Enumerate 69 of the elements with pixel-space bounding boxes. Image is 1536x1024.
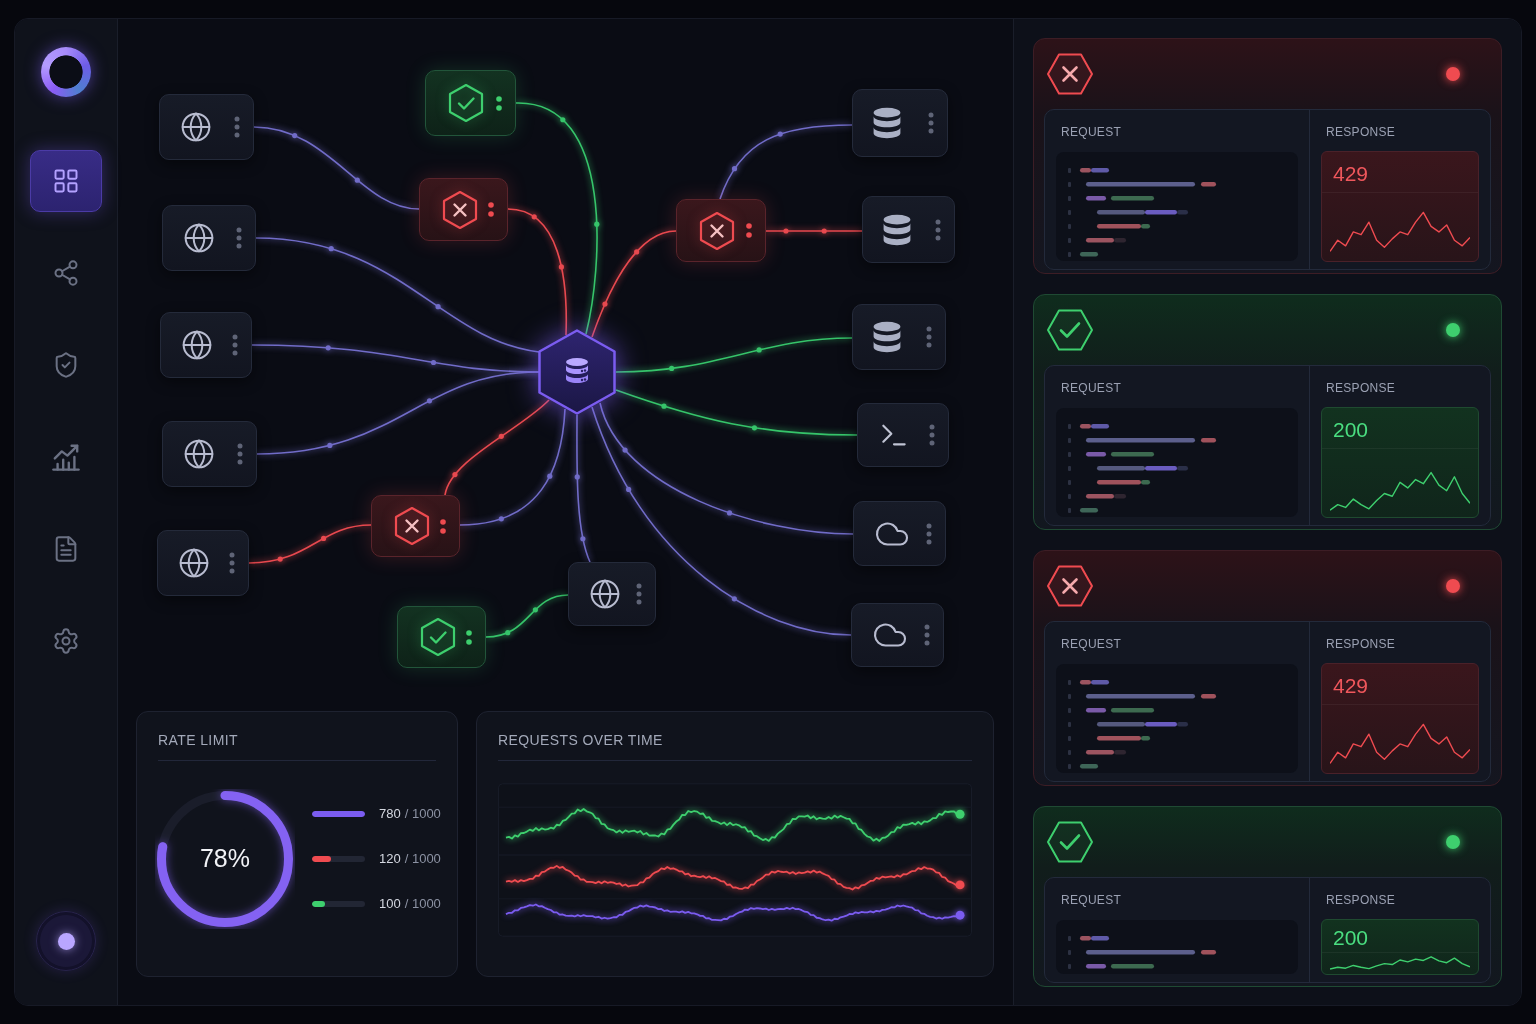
response-label: RESPONSE (1325, 637, 1396, 651)
more-icon[interactable] (929, 424, 935, 446)
check-hexagon-icon (446, 83, 486, 123)
status-lights-icon (488, 202, 494, 217)
x-hexagon-icon (392, 506, 432, 546)
more-icon[interactable] (935, 218, 941, 241)
status-dot-icon (1446, 67, 1460, 81)
globe-icon (589, 578, 621, 610)
globe-icon (181, 329, 213, 361)
database-icon (873, 107, 901, 139)
settings-icon (52, 627, 80, 655)
check-hexagon-icon (1046, 308, 1094, 352)
more-icon[interactable] (928, 112, 934, 134)
panel-title: REQUESTS OVER TIME (498, 732, 972, 761)
dot-button[interactable] (36, 911, 96, 971)
nav-button[interactable] (30, 150, 102, 212)
grid-icon (52, 167, 80, 195)
x-hexagon-icon (697, 210, 737, 251)
globe-icon (180, 111, 212, 143)
request-label: REQUEST (1060, 637, 1122, 651)
check-hexagon-icon (1046, 820, 1094, 864)
response-label: RESPONSE (1325, 381, 1396, 395)
usage-limit: / 1000 (404, 806, 441, 821)
database-icon (883, 213, 911, 246)
more-icon[interactable] (926, 326, 932, 348)
usage-value: 100 (379, 896, 401, 911)
check-hexagon-icon (418, 617, 458, 657)
request-label: REQUEST (1060, 381, 1122, 395)
status-code: 429 (1333, 162, 1369, 186)
more-icon[interactable] (926, 522, 932, 545)
status-code: 200 (1333, 418, 1369, 442)
request-label: REQUEST (1060, 893, 1122, 907)
more-icon[interactable] (237, 443, 243, 465)
response-label: RESPONSE (1325, 893, 1396, 907)
response-label: RESPONSE (1325, 125, 1396, 139)
usage-value: 780 (379, 806, 401, 821)
globe-icon (183, 222, 215, 254)
usage-value: 120 (379, 851, 401, 866)
more-icon[interactable] (636, 583, 642, 605)
request-label: REQUEST (1060, 125, 1122, 139)
share-icon (52, 259, 80, 287)
more-icon[interactable] (229, 552, 235, 574)
x-hexagon-icon (1046, 52, 1094, 96)
chart-icon (52, 443, 80, 471)
usage-limit: / 1000 (404, 896, 441, 911)
status-dot-icon (1446, 579, 1460, 593)
status-code: 200 (1333, 926, 1369, 950)
more-icon[interactable] (924, 624, 930, 646)
database-icon (873, 321, 901, 353)
more-icon[interactable] (232, 334, 238, 356)
globe-icon (183, 438, 215, 470)
globe-icon (178, 547, 210, 579)
database-icon (566, 358, 588, 383)
status-lights-icon (746, 223, 752, 238)
status-dot-icon (1446, 835, 1460, 849)
x-hexagon-icon (1046, 564, 1094, 608)
logo-icon (41, 47, 91, 97)
status-code: 429 (1333, 674, 1369, 698)
panel-title: RATE LIMIT (158, 732, 436, 761)
status-lights-icon (440, 518, 446, 534)
status-lights-icon (496, 95, 502, 111)
more-icon[interactable] (236, 227, 242, 249)
status-lights-icon (466, 629, 472, 645)
dot-icon (57, 932, 75, 950)
more-icon[interactable] (234, 116, 240, 138)
gauge-value: 78% (199, 844, 250, 873)
x-hexagon-icon (440, 189, 480, 230)
usage-limit: / 1000 (404, 851, 441, 866)
status-dot-icon (1446, 323, 1460, 337)
